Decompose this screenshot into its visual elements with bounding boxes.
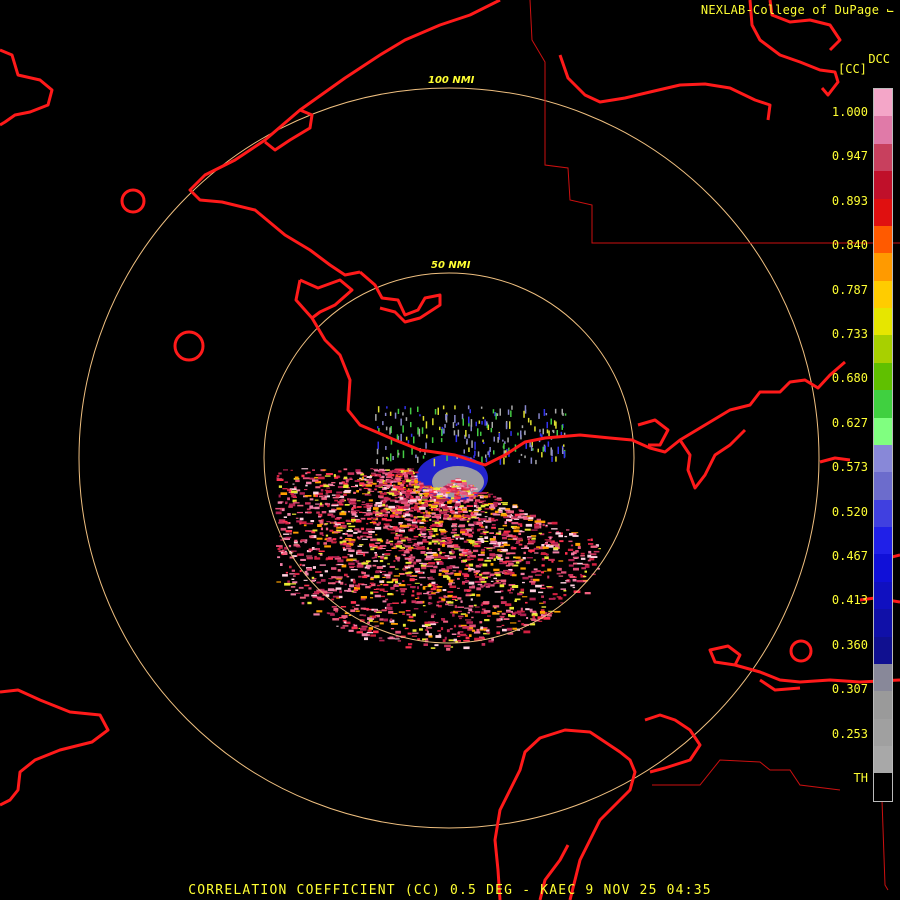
color-scale-tick: 0.893 [831,193,868,208]
color-scale-segment [874,636,892,664]
color-scale-segment [874,581,892,610]
color-scale-segment [874,198,892,226]
color-scale-tick: 0.520 [831,504,868,519]
color-scale-segment [874,746,892,774]
color-scale-segment [874,308,892,336]
color-scale-segment [874,472,892,500]
color-scale-tick: 0.680 [831,371,868,386]
color-scale-bar [873,88,893,802]
color-scale-tick: 0.840 [831,238,868,253]
color-scale-segment [874,280,892,308]
range-ring-label-50: 50 NMI [431,260,471,271]
color-scale-tick: TH [853,771,868,785]
color-scale-segment [874,773,892,801]
color-scale-tick: 0.947 [831,149,868,164]
color-scale-tick: 1.000 [831,105,868,119]
coastlines [0,0,900,900]
color-scale-segment [874,253,892,281]
radar-echo-layer [275,405,601,651]
cod-logo-icon: ⌙ [886,3,894,17]
color-scale-segment [874,116,892,144]
color-scale-tick: 0.733 [831,327,868,341]
color-scale-segment [874,527,892,555]
color-scale-segment [874,171,892,199]
color-scale-segment [874,225,892,254]
color-scale-segment [874,362,892,391]
radar-map: 100 NMI 50 NMI [0,0,900,900]
product-caption: CORRELATION COEFFICIENT (CC) 0.5 DEG - K… [188,883,712,898]
color-scale-tick: 0.627 [831,415,868,430]
color-scale-segment [874,663,892,692]
color-scale-tick: 0.573 [831,460,868,475]
color-scale-tick: 0.360 [831,637,868,652]
color-scale-segment [874,554,892,582]
product-code: DCC [868,52,890,66]
color-scale-segment [874,335,892,363]
color-scale-tick: 0.787 [831,282,868,297]
color-scale-segment [874,89,892,117]
color-scale-segment [874,499,892,527]
range-ring-label-100: 100 NMI [428,75,475,86]
credit-text: NEXLAB-College of DuPage [700,3,880,17]
color-scale-tick: 0.253 [831,726,868,741]
units-label: [CC] [838,62,867,76]
color-scale-segment [874,444,892,473]
radar-viewer: 100 NMI 50 NMI NEXLAB-College of DuPage … [0,0,900,900]
color-scale-segment [874,691,892,719]
color-scale-segment [874,417,892,445]
color-scale-segment [874,390,892,418]
color-scale-segment [874,718,892,746]
credit-label: NEXLAB-College of DuPage ⌙ [701,3,894,17]
color-scale-tick: 0.307 [831,682,868,697]
color-scale-tick: 0.467 [831,549,868,563]
color-scale-tick: 0.413 [831,593,868,608]
boundary-lines [529,0,900,891]
color-scale-segment [874,143,892,172]
color-scale-segment [874,609,892,637]
